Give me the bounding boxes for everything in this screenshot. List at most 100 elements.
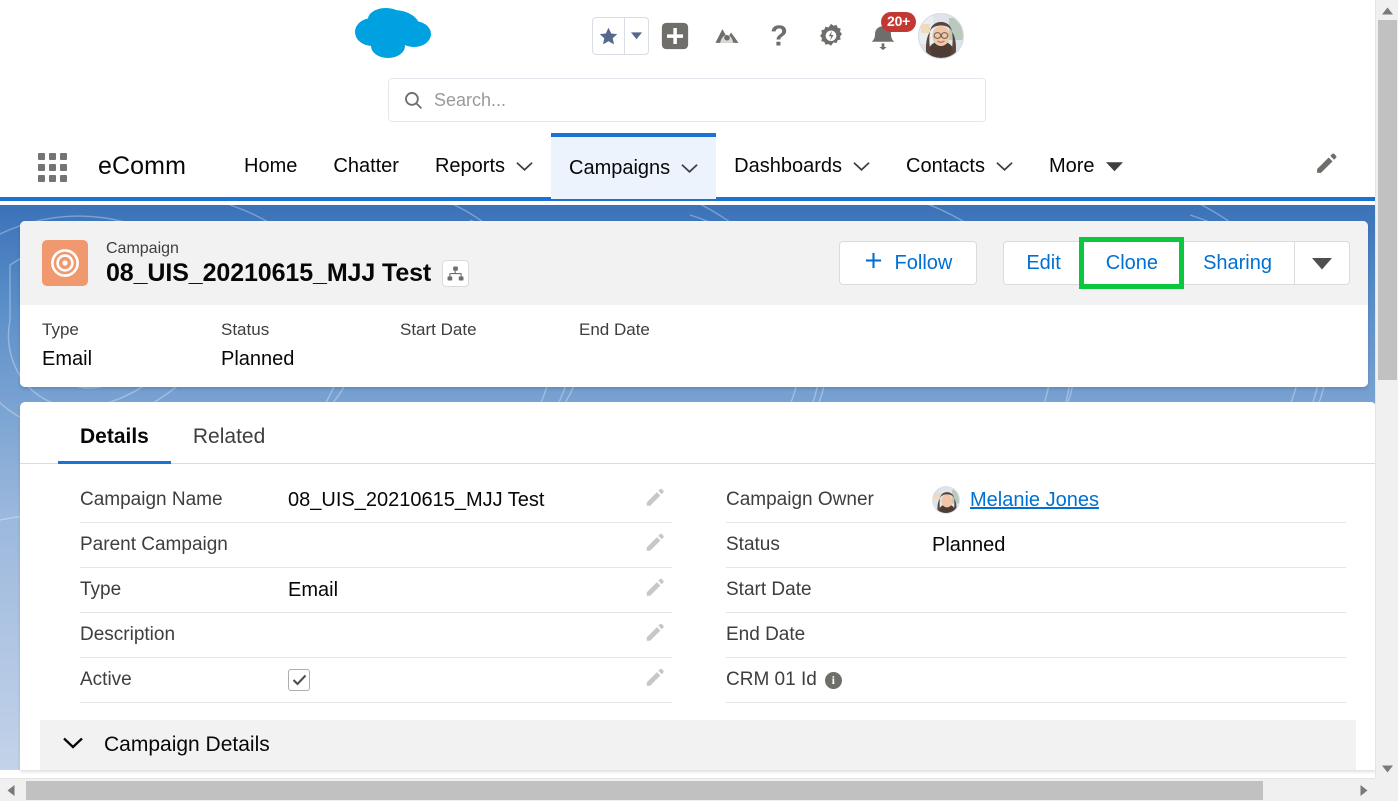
app-launcher-grid-icon[interactable]: [38, 153, 72, 182]
edit-field-pencil-icon[interactable]: [644, 622, 666, 649]
nav-item-label: Reports: [434, 154, 505, 177]
field-active: Active: [80, 658, 672, 703]
campaign-details-section-header[interactable]: Campaign Details: [40, 720, 1356, 770]
nav-item-dashboards[interactable]: Dashboards: [716, 133, 888, 199]
nav-item-label: More: [1048, 154, 1095, 177]
horizontal-scrollbar[interactable]: [0, 778, 1375, 801]
follow-button-label: Follow: [894, 251, 953, 274]
browser-viewport: ? 20+ Search... eComm Home Chatter Repor…: [0, 0, 1398, 801]
vertical-scrollbar-thumb[interactable]: [1378, 20, 1397, 380]
edit-field-pencil-icon[interactable]: [644, 577, 666, 604]
scroll-down-triangle-down-icon[interactable]: [1376, 758, 1398, 779]
edit-field-pencil-icon[interactable]: [644, 532, 666, 559]
field-status: Status Planned: [726, 523, 1346, 568]
sharing-button[interactable]: Sharing: [1180, 241, 1294, 285]
record-highlights-panel: Campaign 08_UIS_20210615_MJJ Test Follow…: [20, 221, 1368, 387]
global-actions-bar: ? 20+: [592, 10, 967, 62]
setup-gear-icon[interactable]: [805, 13, 857, 59]
active-checkbox[interactable]: [288, 669, 310, 691]
search-placeholder-text: Search...: [434, 89, 507, 110]
tab-related[interactable]: Related: [171, 425, 287, 463]
global-create-plus-square-icon[interactable]: [649, 13, 701, 59]
info-icon[interactable]: i: [824, 671, 842, 689]
object-type-label: Campaign: [106, 239, 179, 257]
salesforce-cloud-logo[interactable]: [352, 6, 447, 62]
user-profile-avatar[interactable]: [915, 10, 967, 62]
field-label: Campaign Owner: [726, 489, 874, 510]
global-search[interactable]: Search...: [388, 78, 986, 122]
clone-button[interactable]: Clone: [1078, 237, 1185, 289]
edit-button[interactable]: Edit: [1003, 241, 1083, 285]
nav-item-home[interactable]: Home: [226, 133, 315, 199]
owner-link[interactable]: Melanie Jones: [970, 489, 1099, 512]
app-navigation-bar: eComm Home Chatter Reports Campaigns Das…: [0, 133, 1375, 201]
nav-item-chatter[interactable]: Chatter: [315, 133, 417, 199]
nav-item-campaigns[interactable]: Campaigns: [551, 133, 717, 199]
hierarchy-icon[interactable]: [442, 259, 470, 287]
highlight-field-label: Type: [42, 320, 79, 339]
field-start-date: Start Date: [726, 568, 1346, 613]
notifications-bell-icon[interactable]: 20+: [857, 12, 917, 59]
chevron-down-icon[interactable]: [516, 161, 533, 172]
field-label: Parent Campaign: [80, 534, 228, 555]
chevron-down-icon[interactable]: [996, 161, 1013, 172]
more-actions-caret-down-icon[interactable]: [1294, 241, 1350, 285]
field-value: 08_UIS_20210615_MJJ Test: [288, 488, 545, 511]
record-header-row: Campaign 08_UIS_20210615_MJJ Test Follow…: [20, 221, 1368, 305]
favorites-star-icon[interactable]: [593, 18, 625, 54]
favorites-group: [592, 17, 649, 55]
field-label: Status: [726, 534, 780, 555]
favorites-dropdown-chevron-down-icon[interactable]: [625, 18, 648, 54]
field-end-date: End Date: [726, 613, 1346, 658]
highlight-field-start-date: Start Date: [400, 319, 579, 347]
edit-field-pencil-icon[interactable]: [644, 667, 666, 694]
nav-item-more[interactable]: More: [1031, 133, 1141, 199]
highlight-field-type: Type Email: [42, 319, 221, 371]
nav-item-label: Home: [244, 154, 298, 177]
field-type: Type Email: [80, 568, 672, 613]
field-label: CRM 01 Id: [726, 669, 817, 690]
details-right-column: Campaign Owner Melanie Jones Status Plan…: [698, 478, 1376, 703]
field-crm-01-id: CRM 01 Id i: [726, 658, 1346, 703]
field-label: Start Date: [726, 579, 812, 600]
help-question-mark-icon[interactable]: ?: [753, 13, 805, 59]
field-label: Type: [80, 579, 122, 600]
nav-item-reports[interactable]: Reports: [417, 133, 551, 199]
record-actions-group: Edit Clone Sharing: [1003, 237, 1350, 289]
field-value-wrapper: Melanie Jones: [932, 486, 1099, 514]
plus-icon: [864, 251, 883, 276]
chevron-down-icon[interactable]: [853, 161, 870, 172]
edit-navigation-pencil-icon[interactable]: [1314, 151, 1339, 181]
field-value: [288, 669, 310, 691]
tab-details[interactable]: Details: [58, 425, 171, 464]
field-label: Description: [80, 624, 176, 645]
scroll-right-triangle-right-icon[interactable]: [1353, 779, 1375, 801]
section-title: Campaign Details: [104, 733, 270, 756]
record-details-card: Details Related Campaign Name 08_UIS_202…: [20, 402, 1376, 770]
caret-down-icon[interactable]: [1105, 161, 1123, 172]
nav-item-label: Chatter: [333, 154, 399, 177]
horizontal-scrollbar-thumb[interactable]: [26, 781, 1263, 800]
global-header: ? 20+ Search...: [0, 0, 1375, 135]
chevron-down-icon[interactable]: [681, 163, 698, 174]
chevron-down-icon[interactable]: [62, 736, 84, 755]
learning-adventure-mountain-icon[interactable]: [701, 13, 753, 59]
details-field-grid: Campaign Name 08_UIS_20210615_MJJ Test P…: [20, 464, 1376, 703]
field-parent-campaign: Parent Campaign: [80, 523, 672, 568]
field-value: Planned: [932, 533, 1006, 556]
clone-button-label: Clone: [1105, 251, 1159, 274]
field-label: Campaign Name: [80, 489, 223, 510]
nav-item-contacts[interactable]: Contacts: [888, 133, 1031, 199]
field-label: Active: [80, 669, 132, 690]
scroll-left-triangle-left-icon[interactable]: [0, 779, 22, 801]
vertical-scrollbar[interactable]: [1375, 0, 1398, 801]
highlight-field-value: Planned: [221, 348, 295, 370]
nav-item-list: Home Chatter Reports Campaigns Dashboard…: [226, 133, 1141, 199]
search-input[interactable]: Search...: [388, 78, 986, 122]
follow-button[interactable]: Follow: [838, 241, 978, 285]
highlight-field-status: Status Planned: [221, 319, 400, 371]
highlight-field-label: End Date: [579, 320, 650, 339]
scroll-up-triangle-up-icon[interactable]: [1376, 0, 1398, 21]
app-name-label[interactable]: eComm: [98, 152, 186, 181]
edit-field-pencil-icon[interactable]: [644, 487, 666, 514]
